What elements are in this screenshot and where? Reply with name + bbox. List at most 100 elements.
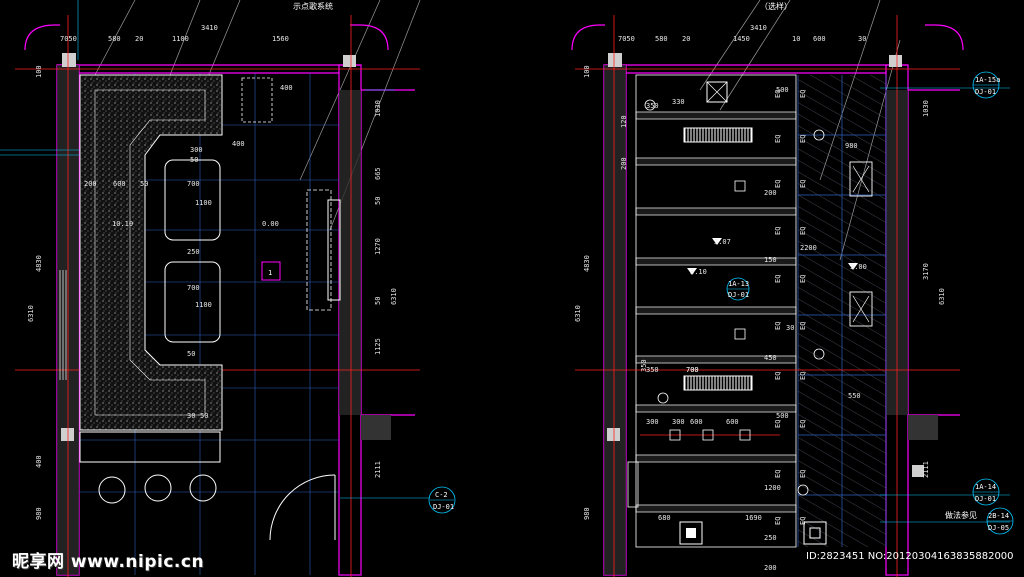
ceiling-level-3: 3.00 bbox=[850, 263, 867, 271]
dimension-label: 1100 bbox=[195, 199, 212, 207]
dimension-label: 300 bbox=[646, 418, 659, 426]
dimension-label: 6310 bbox=[27, 305, 35, 322]
eq-mark: EQ bbox=[774, 275, 782, 283]
eq-mark: EQ bbox=[799, 420, 807, 428]
dimension-label: 30 bbox=[786, 324, 794, 332]
dimension-label: 20 bbox=[135, 35, 143, 43]
dimension-label: 1450 bbox=[733, 35, 750, 43]
callout-1a15a-bottom: DJ-01 bbox=[975, 88, 996, 96]
dimension-label: 1690 bbox=[745, 514, 762, 522]
dimension-label: 700 bbox=[686, 366, 699, 374]
dimension-label: 600 bbox=[690, 418, 703, 426]
eq-mark: EQ bbox=[799, 372, 807, 380]
dimension-label: 1125 bbox=[374, 338, 382, 355]
eq-mark: EQ bbox=[799, 470, 807, 478]
callout-1a14-bottom: DJ-01 bbox=[975, 495, 996, 503]
dimension-label: 7050 bbox=[618, 35, 635, 43]
left-sofa-level: 10.10 bbox=[112, 220, 133, 228]
dimension-label: 100 bbox=[583, 65, 591, 78]
dimension-label: 50 bbox=[140, 180, 148, 188]
watermark-brand: 昵享网 www.nipic.cn bbox=[12, 552, 205, 572]
dimension-label: 665 bbox=[374, 167, 382, 180]
dimension-label: 50 bbox=[374, 197, 382, 205]
dimension-label: 4830 bbox=[583, 255, 591, 272]
dimension-label: 700 bbox=[187, 180, 200, 188]
dimension-label: 300 bbox=[672, 418, 685, 426]
dimension-label: 600 bbox=[113, 180, 126, 188]
eq-mark: EQ bbox=[774, 322, 782, 330]
dimension-label: 400 bbox=[280, 84, 293, 92]
dimension-label: 250 bbox=[187, 248, 200, 256]
dimension-label: 50 bbox=[374, 297, 382, 305]
dimension-label: 1100 bbox=[195, 301, 212, 309]
dimension-label: 400 bbox=[232, 140, 245, 148]
dimension-label: 50 bbox=[200, 412, 208, 420]
dimension-label: 400 bbox=[35, 455, 43, 468]
dimension-label: 250 bbox=[764, 534, 777, 542]
method-reference-note: 做法参见 bbox=[945, 510, 977, 520]
eq-mark: EQ bbox=[799, 90, 807, 98]
dimension-label: 1100 bbox=[172, 35, 189, 43]
eq-mark: EQ bbox=[799, 227, 807, 235]
dimension-label: 980 bbox=[583, 507, 591, 520]
dimension-label: 2200 bbox=[800, 244, 817, 252]
left-overall-width: 3410 bbox=[201, 24, 218, 32]
eq-mark: EQ bbox=[774, 90, 782, 98]
left-plan-title-fragment: 示点歌系统 bbox=[293, 1, 333, 11]
eq-mark: EQ bbox=[774, 517, 782, 525]
eq-mark: EQ bbox=[799, 135, 807, 143]
dimension-label: 2111 bbox=[922, 461, 930, 478]
callout-2b14-bottom: DJ-05 bbox=[988, 524, 1009, 532]
dimension-label: 700 bbox=[187, 284, 200, 292]
dimension-label: 100 bbox=[35, 65, 43, 78]
callout-1a15a-top: 1A-15a bbox=[975, 76, 1000, 84]
right-top-dims: 7050 580 20 1450 10 600 30 bbox=[618, 35, 866, 43]
callout-1a13-top: 1A-13 bbox=[728, 280, 749, 288]
watermark-id: ID:2823451 NO:20120304163835882000 bbox=[806, 551, 1014, 562]
eq-mark: EQ bbox=[799, 322, 807, 330]
dimension-label: 500 bbox=[776, 412, 789, 420]
callout-2b14-top: 2B-14 bbox=[988, 512, 1009, 520]
dimension-label: 300 bbox=[190, 146, 203, 154]
eq-mark: EQ bbox=[799, 180, 807, 188]
cad-drawing-canvas: 示点歌系统 3410 7050 580 20 1100 1560 10048306310… bbox=[0, 0, 1014, 577]
eq-mark: EQ bbox=[774, 470, 782, 478]
left-level-mark: 0.00 bbox=[262, 220, 279, 228]
dimension-label: 6310 bbox=[938, 288, 946, 305]
left-left-dims: 100 4830 6310 400 980 bbox=[27, 65, 43, 520]
dimension-label: 200 bbox=[620, 157, 628, 170]
dimension-label: 680 bbox=[658, 514, 671, 522]
dimension-label: 7050 bbox=[60, 35, 77, 43]
left-callout-top: C-2 bbox=[435, 491, 448, 499]
dimension-label: 600 bbox=[726, 418, 739, 426]
dimension-label: 4830 bbox=[35, 255, 43, 272]
dimension-label: 550 bbox=[848, 392, 861, 400]
left-floor-plan bbox=[0, 0, 456, 577]
right-overall-width: 3410 bbox=[750, 24, 767, 32]
dimension-label: 600 bbox=[813, 35, 826, 43]
eq-mark: EQ bbox=[799, 275, 807, 283]
callout-1a13-bottom: DJ-01 bbox=[728, 291, 749, 299]
eq-mark: EQ bbox=[799, 517, 807, 525]
eq-mark: EQ bbox=[774, 227, 782, 235]
dimension-label: 3170 bbox=[922, 263, 930, 280]
eq-mark: EQ bbox=[774, 372, 782, 380]
dimension-label: 1270 bbox=[374, 238, 382, 255]
dimension-label: 50 bbox=[187, 350, 195, 358]
dimension-label: 30 bbox=[187, 412, 195, 420]
dimension-label: 450 bbox=[764, 354, 777, 362]
dimension-label: 50 bbox=[190, 156, 198, 164]
dimension-label: 980 bbox=[35, 507, 43, 520]
dimension-label: 20 bbox=[682, 35, 690, 43]
dimension-label: 350 bbox=[646, 366, 659, 374]
dimension-label: 200 bbox=[764, 189, 777, 197]
dimension-label: 980 bbox=[845, 142, 858, 150]
dimension-label: 6310 bbox=[390, 288, 398, 305]
right-ceiling-plan bbox=[571, 0, 1014, 577]
ceiling-level-1: 3.07 bbox=[714, 238, 731, 246]
dimension-label: 120 bbox=[620, 115, 628, 128]
right-plan-title-fragment: （选样） bbox=[760, 1, 792, 11]
dimension-label: 1030 bbox=[374, 100, 382, 117]
dimension-label: 350 bbox=[646, 102, 659, 110]
eq-mark: EQ bbox=[774, 135, 782, 143]
